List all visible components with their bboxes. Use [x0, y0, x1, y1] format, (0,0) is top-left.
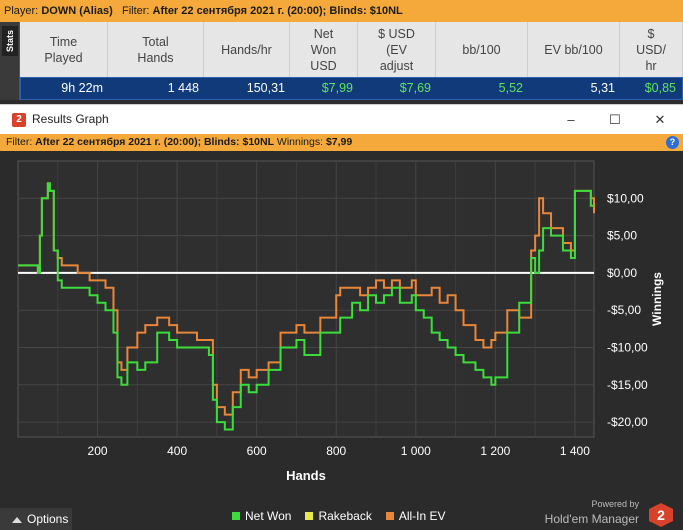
chart-legend: Net Won Rakeback All-In EV: [232, 509, 446, 523]
x-tick-label: 1 000: [401, 444, 431, 458]
x-tick-label: 800: [326, 444, 346, 458]
x-tick-label: 1 200: [480, 444, 510, 458]
y-tick-label: -$20,00: [607, 415, 648, 429]
cell-bb100: 5,52: [498, 81, 523, 95]
y-tick-label: $10,00: [607, 191, 644, 205]
cell-ev-bb100: 5,31: [590, 81, 615, 95]
maximize-button[interactable]: ☐: [604, 109, 626, 131]
cell-usd-hr: $0,85: [644, 81, 676, 95]
stats-side-panel: Stats: [0, 22, 20, 100]
legend-label-rakeback: Rakeback: [318, 509, 372, 523]
results-chart: 200 400 600 800 1 000 1 200 1 400 $10,00 $5,00 $0…: [17, 160, 664, 483]
legend-item-allin-ev[interactable]: All-In EV: [385, 509, 446, 523]
y-tick-label: -$10,00: [607, 340, 648, 354]
y-tick-label: $5,00: [607, 229, 637, 243]
winnings-value: $7,99: [325, 136, 353, 148]
cell-time-played: 9h 22m: [61, 81, 103, 95]
legend-item-rakeback[interactable]: Rakeback: [305, 509, 372, 523]
filter-value[interactable]: After 22 сентября 2021 г. (20:00); Blind…: [153, 5, 403, 17]
y-tick-label: $0,00: [607, 266, 637, 280]
graph-filter-value: After 22 сентября 2021 г. (20:00); Blind…: [35, 136, 274, 148]
legend-label-allin-ev: All-In EV: [398, 509, 446, 523]
player-label: Player:: [4, 5, 39, 17]
column-header-bb100[interactable]: bb/100: [436, 22, 528, 77]
graph-filter-label: Filter:: [6, 136, 33, 148]
results-graph-titlebar: 2 Results Graph – ☐ ✕: [0, 104, 683, 134]
player-value[interactable]: DOWN (Alias): [41, 5, 113, 17]
column-header-hands-hr[interactable]: Hands/hr: [204, 22, 290, 77]
hm2-brand-logo-icon: 2: [649, 503, 673, 527]
x-tick-label: 1 400: [560, 444, 590, 458]
hm2-logo-icon: 2: [12, 113, 26, 127]
brand-name: Hold'em Manager: [544, 512, 639, 526]
x-tick-label: 200: [88, 444, 108, 458]
table-row[interactable]: 9h 22m 1 448 150,31 $7,99 $7,69 5,52 5,3…: [20, 77, 683, 100]
cell-total-hands: 1 448: [167, 81, 199, 95]
legend-item-net-won[interactable]: Net Won: [232, 509, 291, 523]
cell-net-won: $7,99: [321, 81, 353, 95]
plot-area: [17, 160, 595, 438]
player-filter-bar: Player: DOWN (Alias) Filter: After 22 се…: [0, 0, 683, 22]
y-tick-label: -$5,00: [607, 303, 641, 317]
legend-swatch-rakeback: [305, 512, 314, 520]
caret-up-icon: [12, 517, 22, 523]
x-tick-label: 400: [167, 444, 187, 458]
filter-label: Filter:: [121, 5, 150, 17]
legend-label-net-won: Net Won: [245, 509, 292, 523]
winnings-label: Winnings:: [276, 136, 324, 148]
close-button[interactable]: ✕: [649, 109, 671, 131]
legend-swatch-net-won: [232, 512, 240, 520]
x-tick-label: 600: [247, 444, 267, 458]
help-icon[interactable]: ?: [666, 136, 679, 149]
x-axis-title: Hands: [286, 468, 326, 483]
y-tick-label: -$15,00: [607, 378, 648, 392]
column-header-time-played[interactable]: Time Played: [20, 22, 108, 77]
column-header-ev-bb100[interactable]: EV bb/100: [528, 22, 620, 77]
options-label: Options: [27, 512, 69, 526]
column-header-net-won[interactable]: Net Won USD: [290, 22, 358, 77]
minimize-button[interactable]: –: [560, 109, 582, 131]
stats-tab[interactable]: Stats: [2, 26, 18, 56]
cell-hands-hr: 150,31: [246, 81, 285, 95]
cell-ev-adjust: $7,69: [399, 81, 431, 95]
column-header-usd-hr[interactable]: $ USD/ hr: [620, 22, 683, 77]
powered-by-text: Powered by: [591, 499, 639, 509]
stats-header-row: Time Played Total Hands Hands/hr Net Won…: [20, 22, 683, 77]
window-title: Results Graph: [32, 112, 109, 126]
y-axis-title: Winnings: [650, 272, 664, 326]
graph-filter-bar: Filter: After 22 сентября 2021 г. (20:00…: [0, 134, 683, 151]
stats-table: Time Played Total Hands Hands/hr Net Won…: [20, 22, 683, 100]
options-button[interactable]: Options: [0, 508, 72, 530]
column-header-ev-adjust[interactable]: $ USD (EV adjust: [358, 22, 436, 77]
column-header-total-hands[interactable]: Total Hands: [108, 22, 204, 77]
legend-swatch-allin-ev: [385, 512, 394, 520]
